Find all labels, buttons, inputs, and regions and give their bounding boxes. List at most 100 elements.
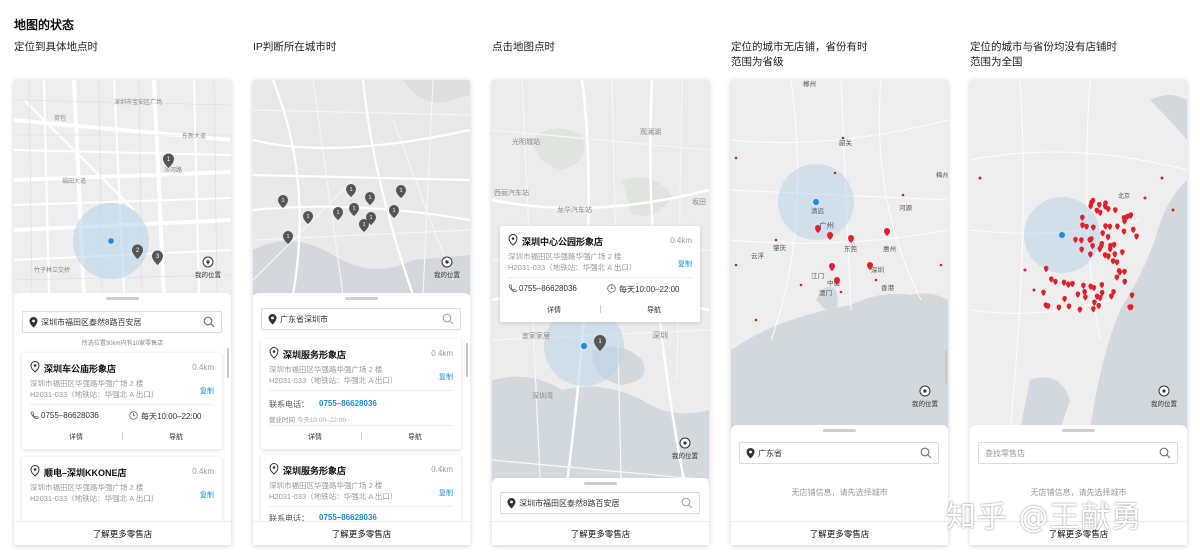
search-input[interactable]: 深圳市福田区泰然8路百安居 (500, 492, 700, 514)
cluster-count: 1 (281, 198, 284, 204)
more-stores-button[interactable]: 了解更多零售店 (492, 521, 709, 545)
search-icon[interactable] (203, 316, 215, 328)
drag-handle[interactable] (584, 482, 617, 485)
search-icon[interactable] (1159, 447, 1171, 459)
navigate-button[interactable]: 导航 (608, 305, 700, 315)
clock-icon (607, 284, 616, 293)
drag-handle[interactable] (345, 297, 378, 300)
copy-link[interactable]: 复制 (439, 488, 453, 498)
search-icon[interactable] (920, 447, 932, 459)
phone-icon (508, 284, 517, 293)
map-label: 河源 (899, 203, 913, 212)
search-value: 广东省深圳市 (280, 315, 328, 324)
search-icon[interactable] (681, 497, 693, 509)
page-title: 地图的状态 (14, 18, 75, 32)
button-separator (122, 432, 123, 440)
location-pin-icon (268, 314, 277, 325)
store-address: 深圳市福田区华强路华强广场 2 楼 H2031-033（地铁站：华强北 A 出口） (30, 379, 159, 399)
location-pin-icon (507, 498, 516, 509)
map-label: 深圳市宝安区广场 (114, 98, 162, 106)
locate-icon (1158, 385, 1170, 397)
store-card[interactable]: 深圳服务形象店 0.4km 深圳市福田区华强路华强广场 2 楼 H2031-033… (261, 339, 461, 449)
my-location-button[interactable]: 我的位置 (188, 256, 228, 279)
search-icon[interactable] (442, 313, 454, 325)
map-label: 沙河路 (164, 166, 182, 174)
cluster-count: 1 (306, 214, 309, 220)
more-stores-button[interactable]: 了解更多零售店 (253, 521, 470, 545)
contact-label: 联系电话： (269, 400, 309, 409)
map-label: 郴州 (803, 80, 816, 88)
store-card[interactable]: 顺电–深圳KKONE店 0.4km 深圳市福田区华强路华强广场 2 楼 H2031… (22, 457, 222, 527)
cluster-count: 1 (352, 206, 355, 212)
copy-link[interactable]: 复制 (200, 490, 214, 500)
business-hours: 营业时间 今天10:00–22:00 (269, 417, 346, 424)
map-view[interactable]: 1 观澜湖 光明城站 西丽汽车站 龙华汽车站 坂田 深圳 宜家家居 深圳湾 深圳… (492, 80, 709, 521)
copy-link[interactable]: 复制 (200, 386, 214, 396)
copy-link[interactable]: 复制 (678, 259, 692, 269)
my-location-button[interactable]: 我的位置 (1144, 385, 1184, 408)
map-label: 龙华汽车站 (557, 205, 592, 214)
search-input[interactable]: 广东省 (739, 442, 939, 464)
navigate-button[interactable]: 导航 (369, 432, 461, 442)
map-label: 深圳湾 (532, 391, 553, 400)
detail-button[interactable]: 详情 (30, 432, 122, 442)
map-view[interactable]: 1 2 3 深圳市宝安区广场 荷包 福田大道 沙河路 东新大道 竹子林立交桥 我… (14, 80, 231, 295)
copy-link[interactable]: 复制 (439, 372, 453, 382)
store-name: 深圳中心公园形象店 (522, 237, 604, 247)
cluster-count: 1 (336, 210, 339, 216)
phone-icon (30, 411, 39, 420)
bottom-sheet: 广东省 无店铺信息，请先选择城市 (731, 425, 948, 521)
navigate-button[interactable]: 导航 (130, 432, 222, 442)
scrollbar[interactable] (945, 350, 947, 384)
button-separator (600, 305, 601, 313)
empty-state-message: 无店铺信息，请先选择城市 (791, 488, 888, 497)
divider (269, 425, 453, 426)
divider (508, 277, 692, 278)
contact-phone[interactable]: 0755–86628036 (319, 399, 377, 408)
drag-handle[interactable] (106, 297, 139, 300)
store-name: 深圳车公庙形象店 (44, 364, 117, 374)
map-view[interactable]: 1 1 1 1 1 1 1 1 1 1 1 我的位置 (253, 80, 470, 295)
cluster-count: 1 (349, 187, 352, 193)
drag-handle[interactable] (1062, 429, 1095, 432)
map-label: 肇庆 (773, 243, 787, 252)
my-location-button[interactable]: 我的位置 (665, 437, 705, 460)
map-label: 宜家家居 (522, 331, 550, 340)
store-popup-card[interactable]: 深圳中心公园形象店 0.4km 深圳市福田区华强路华强广场 2 楼 H2031-0… (500, 226, 700, 322)
scrollbar[interactable] (227, 348, 229, 378)
location-pin-icon (30, 361, 40, 373)
search-input[interactable]: 深圳市福田区泰然8路百安居 (22, 311, 222, 333)
my-location-button[interactable]: 我的位置 (427, 256, 467, 279)
map-label: 福田大道 (62, 177, 86, 185)
store-name: 深圳服务形象店 (283, 350, 347, 360)
map-label: 清远 (811, 206, 825, 215)
map-label: 广州 (819, 220, 834, 230)
map-label: 光明城站 (512, 137, 540, 146)
detail-button[interactable]: 详情 (508, 305, 600, 315)
my-location-label: 我的位置 (434, 272, 460, 279)
more-stores-button[interactable]: 了解更多零售店 (731, 521, 948, 545)
store-address: 深圳市福田区华强路华强广场 2 楼 H2031-033（地铁站：华强北 A 出口） (269, 365, 398, 385)
cluster-count: 1 (362, 222, 365, 228)
more-stores-button[interactable]: 了解更多零售店 (14, 521, 231, 545)
map-label: 荷包 (54, 114, 66, 122)
search-value: 深圳市福田区泰然8路百安居 (41, 318, 142, 327)
store-phone[interactable]: 0755–86628036 (41, 411, 99, 420)
search-input[interactable]: 查找零售店 (978, 442, 1178, 464)
store-card[interactable]: 深圳车公庙形象店 0.4km 深圳市福田区华强路华强广场 2 楼 H2031-03… (22, 353, 222, 449)
map-view[interactable]: 郴州 韶关 河源 清远 梅州 肇庆 广州 东莞 惠州 云浮 江门 中山 深圳 澳… (731, 80, 948, 430)
drag-handle[interactable] (823, 429, 856, 432)
watermark: 知乎 @王献勇 (946, 500, 1143, 535)
detail-button[interactable]: 详情 (269, 432, 361, 442)
clock-icon (129, 411, 138, 420)
scrollbar[interactable] (466, 343, 468, 377)
my-location-button[interactable]: 我的位置 (905, 385, 945, 408)
store-phone[interactable]: 0755–86628036 (519, 284, 577, 293)
phone-screen-ip-city: 1 1 1 1 1 1 1 1 1 1 1 我的位置 广东省深圳市 深圳服务形象… (253, 80, 470, 545)
search-input[interactable]: 广东省深圳市 (261, 308, 461, 330)
phone-screen-province-scope: 郴州 韶关 河源 清远 梅州 肇庆 广州 东莞 惠州 云浮 江门 中山 深圳 澳… (731, 80, 948, 545)
cluster-count: 1 (368, 195, 371, 201)
store-name: 顺电–深圳KKONE店 (44, 468, 127, 478)
map-label: 东莞 (844, 244, 858, 253)
map-view[interactable]: 北京 我的位置 (970, 80, 1187, 430)
